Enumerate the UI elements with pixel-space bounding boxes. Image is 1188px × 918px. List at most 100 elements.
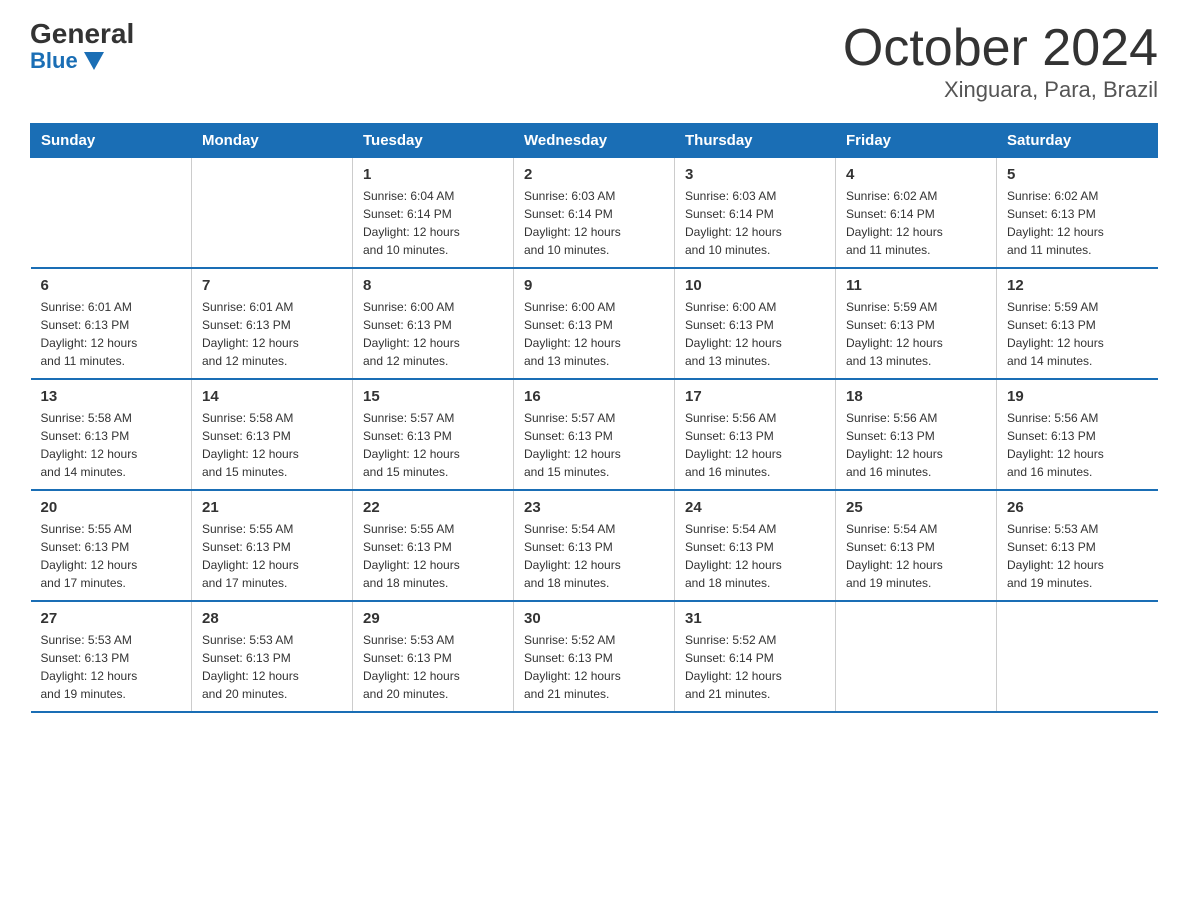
day-info: Sunrise: 5:52 AM Sunset: 6:13 PM Dayligh… <box>524 631 664 703</box>
day-info: Sunrise: 5:56 AM Sunset: 6:13 PM Dayligh… <box>1007 409 1148 481</box>
month-title: October 2024 <box>843 20 1158 77</box>
day-number: 6 <box>41 277 182 294</box>
day-number: 1 <box>363 166 503 183</box>
day-number: 30 <box>524 610 664 627</box>
weekday-header-saturday: Saturday <box>997 124 1158 158</box>
calendar-cell: 21Sunrise: 5:55 AM Sunset: 6:13 PM Dayli… <box>192 490 353 601</box>
calendar-cell: 8Sunrise: 6:00 AM Sunset: 6:13 PM Daylig… <box>353 268 514 379</box>
day-info: Sunrise: 5:54 AM Sunset: 6:13 PM Dayligh… <box>685 520 825 592</box>
day-info: Sunrise: 5:58 AM Sunset: 6:13 PM Dayligh… <box>202 409 342 481</box>
calendar-cell: 12 Sunrise: 5:59 AM Sunset: 6:13 PM Dayli… <box>997 268 1158 379</box>
day-info: Sunrise: 6:02 AM Sunset: 6:13 PM Dayligh… <box>1007 187 1148 259</box>
day-number: 8 <box>363 277 503 294</box>
calendar-cell: 2 Sunrise: 6:03 AM Sunset: 6:14 PM Daylig… <box>514 158 675 269</box>
calendar-cell: 19 Sunrise: 5:56 AM Sunset: 6:13 PM Dayli… <box>997 379 1158 490</box>
day-number: 4 <box>846 166 986 183</box>
logo: General Blue <box>30 20 134 74</box>
calendar-cell: 4 Sunrise: 6:02 AM Sunset: 6:14 PM Daylig… <box>836 158 997 269</box>
weekday-header-wednesday: Wednesday <box>514 124 675 158</box>
logo-general-text: General <box>30 20 134 48</box>
day-info: Sunrise: 5:55 AM Sunset: 6:13 PM Dayligh… <box>202 520 342 592</box>
day-number: 7 <box>202 277 342 294</box>
day-info: Sunrise: 6:03 AM Sunset: 6:14 PM Dayligh… <box>524 187 664 259</box>
calendar-cell: 10 Sunrise: 6:00 AM Sunset: 6:13 PM Dayli… <box>675 268 836 379</box>
day-info: Sunrise: 5:57 AM Sunset: 6:13 PM Dayligh… <box>524 409 664 481</box>
title-block: October 2024 Xinguara, Para, Brazil <box>843 20 1158 103</box>
day-number: 18 <box>846 388 986 405</box>
calendar-cell: 3Sunrise: 6:03 AM Sunset: 6:14 PM Daylig… <box>675 158 836 269</box>
calendar-cell: 16Sunrise: 5:57 AM Sunset: 6:13 PM Dayli… <box>514 379 675 490</box>
page-header: General Blue October 2024 Xinguara, Para… <box>30 20 1158 103</box>
calendar-cell: 25Sunrise: 5:54 AM Sunset: 6:13 PM Dayli… <box>836 490 997 601</box>
day-info: Sunrise: 5:53 AM Sunset: 6:13 PM Dayligh… <box>41 631 182 703</box>
calendar-cell: 20 Sunrise: 5:55 AM Sunset: 6:13 PM Dayli… <box>31 490 192 601</box>
day-info: Sunrise: 5:52 AM Sunset: 6:14 PM Dayligh… <box>685 631 825 703</box>
day-number: 22 <box>363 499 503 516</box>
day-number: 24 <box>685 499 825 516</box>
day-info: Sunrise: 5:56 AM Sunset: 6:13 PM Dayligh… <box>685 409 825 481</box>
day-number: 9 <box>524 277 664 294</box>
day-number: 14 <box>202 388 342 405</box>
calendar-cell: 1Sunrise: 6:04 AM Sunset: 6:14 PM Daylig… <box>353 158 514 269</box>
day-number: 25 <box>846 499 986 516</box>
day-info: Sunrise: 6:00 AM Sunset: 6:13 PM Dayligh… <box>524 298 664 370</box>
calendar-cell: 7 Sunrise: 6:01 AM Sunset: 6:13 PM Daylig… <box>192 268 353 379</box>
day-number: 15 <box>363 388 503 405</box>
day-info: Sunrise: 5:57 AM Sunset: 6:13 PM Dayligh… <box>363 409 503 481</box>
calendar-week-row: 20 Sunrise: 5:55 AM Sunset: 6:13 PM Dayli… <box>31 490 1158 601</box>
day-number: 11 <box>846 277 986 294</box>
calendar-header-row: SundayMondayTuesdayWednesdayThursdayFrid… <box>31 124 1158 158</box>
day-number: 26 <box>1007 499 1148 516</box>
calendar-cell: 29 Sunrise: 5:53 AM Sunset: 6:13 PM Dayli… <box>353 601 514 712</box>
day-number: 28 <box>202 610 342 627</box>
weekday-header-tuesday: Tuesday <box>353 124 514 158</box>
day-info: Sunrise: 5:56 AM Sunset: 6:13 PM Dayligh… <box>846 409 986 481</box>
day-number: 29 <box>363 610 503 627</box>
weekday-header-monday: Monday <box>192 124 353 158</box>
day-number: 10 <box>685 277 825 294</box>
day-info: Sunrise: 5:59 AM Sunset: 6:13 PM Dayligh… <box>1007 298 1148 370</box>
calendar-cell <box>997 601 1158 712</box>
day-number: 20 <box>41 499 182 516</box>
calendar-cell: 28 Sunrise: 5:53 AM Sunset: 6:13 PM Dayli… <box>192 601 353 712</box>
calendar-cell: 6 Sunrise: 6:01 AM Sunset: 6:13 PM Daylig… <box>31 268 192 379</box>
calendar-cell: 27Sunrise: 5:53 AM Sunset: 6:13 PM Dayli… <box>31 601 192 712</box>
calendar-cell: 22 Sunrise: 5:55 AM Sunset: 6:13 PM Dayli… <box>353 490 514 601</box>
day-number: 3 <box>685 166 825 183</box>
calendar-cell: 9 Sunrise: 6:00 AM Sunset: 6:13 PM Daylig… <box>514 268 675 379</box>
calendar-cell: 5 Sunrise: 6:02 AM Sunset: 6:13 PM Daylig… <box>997 158 1158 269</box>
weekday-header-thursday: Thursday <box>675 124 836 158</box>
calendar-cell: 14 Sunrise: 5:58 AM Sunset: 6:13 PM Dayli… <box>192 379 353 490</box>
day-number: 12 <box>1007 277 1148 294</box>
calendar-table: SundayMondayTuesdayWednesdayThursdayFrid… <box>30 123 1158 713</box>
day-number: 2 <box>524 166 664 183</box>
calendar-cell: 30 Sunrise: 5:52 AM Sunset: 6:13 PM Dayli… <box>514 601 675 712</box>
calendar-cell: 11Sunrise: 5:59 AM Sunset: 6:13 PM Dayli… <box>836 268 997 379</box>
day-info: Sunrise: 5:53 AM Sunset: 6:13 PM Dayligh… <box>202 631 342 703</box>
day-info: Sunrise: 5:53 AM Sunset: 6:13 PM Dayligh… <box>363 631 503 703</box>
day-info: Sunrise: 5:58 AM Sunset: 6:13 PM Dayligh… <box>41 409 182 481</box>
day-number: 19 <box>1007 388 1148 405</box>
calendar-cell <box>192 158 353 269</box>
day-info: Sunrise: 6:02 AM Sunset: 6:14 PM Dayligh… <box>846 187 986 259</box>
day-number: 17 <box>685 388 825 405</box>
day-number: 31 <box>685 610 825 627</box>
day-number: 23 <box>524 499 664 516</box>
calendar-cell: 26Sunrise: 5:53 AM Sunset: 6:13 PM Dayli… <box>997 490 1158 601</box>
calendar-cell: 18 Sunrise: 5:56 AM Sunset: 6:13 PM Dayli… <box>836 379 997 490</box>
calendar-cell: 23 Sunrise: 5:54 AM Sunset: 6:13 PM Dayli… <box>514 490 675 601</box>
day-info: Sunrise: 6:01 AM Sunset: 6:13 PM Dayligh… <box>41 298 182 370</box>
calendar-cell: 17 Sunrise: 5:56 AM Sunset: 6:13 PM Dayli… <box>675 379 836 490</box>
day-info: Sunrise: 6:00 AM Sunset: 6:13 PM Dayligh… <box>685 298 825 370</box>
day-info: Sunrise: 6:01 AM Sunset: 6:13 PM Dayligh… <box>202 298 342 370</box>
calendar-cell: 24 Sunrise: 5:54 AM Sunset: 6:13 PM Dayli… <box>675 490 836 601</box>
logo-blue-text: Blue <box>30 48 104 74</box>
calendar-cell: 15 Sunrise: 5:57 AM Sunset: 6:13 PM Dayli… <box>353 379 514 490</box>
day-number: 5 <box>1007 166 1148 183</box>
calendar-week-row: 6 Sunrise: 6:01 AM Sunset: 6:13 PM Daylig… <box>31 268 1158 379</box>
day-info: Sunrise: 5:55 AM Sunset: 6:13 PM Dayligh… <box>363 520 503 592</box>
day-info: Sunrise: 5:54 AM Sunset: 6:13 PM Dayligh… <box>524 520 664 592</box>
weekday-header-sunday: Sunday <box>31 124 192 158</box>
day-info: Sunrise: 5:55 AM Sunset: 6:13 PM Dayligh… <box>41 520 182 592</box>
calendar-cell <box>836 601 997 712</box>
